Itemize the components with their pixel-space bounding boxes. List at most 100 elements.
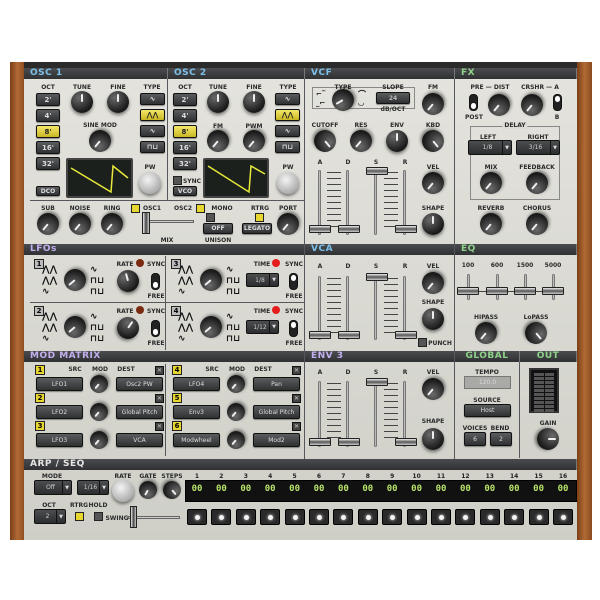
osc1-dco-button[interactable]: DCO xyxy=(36,186,60,196)
step-value[interactable]: 00 xyxy=(308,484,330,494)
arp-mode-dropdown[interactable]: Off ▼ xyxy=(34,480,72,495)
osc2-type-triangle[interactable]: ∿ xyxy=(275,125,300,137)
osc1-oct-32[interactable]: 32' xyxy=(36,157,60,170)
step-button[interactable] xyxy=(211,509,232,525)
vcf-decay-fader[interactable] xyxy=(338,225,360,233)
env3-shape-knob[interactable] xyxy=(422,428,444,450)
step-button[interactable] xyxy=(479,509,500,525)
osc1-type-sine[interactable]: ∿ xyxy=(140,93,165,105)
step-value[interactable]: 00 xyxy=(357,484,379,494)
step-button[interactable] xyxy=(187,509,207,525)
env-knob[interactable] xyxy=(386,130,408,152)
vcf-sustain-fader[interactable] xyxy=(366,167,388,175)
env3-release-fader[interactable] xyxy=(395,438,417,446)
step-button[interactable] xyxy=(309,509,329,525)
osc1-type-square[interactable]: ⊓⊔ xyxy=(140,141,165,153)
osc1-fine-knob[interactable] xyxy=(107,91,129,113)
vca-release-fader[interactable] xyxy=(395,331,417,339)
arp-rate-knob[interactable] xyxy=(112,480,134,502)
step-value[interactable]: 00 xyxy=(284,484,306,494)
osc2-sync-checkbox[interactable] xyxy=(173,176,182,185)
lfo4-time-dropdown[interactable]: 1/12 ▼ xyxy=(246,320,279,334)
pre-post-switch[interactable] xyxy=(469,94,478,111)
osc1-tune-knob[interactable] xyxy=(71,91,93,113)
vcf-shape-knob[interactable] xyxy=(422,213,444,235)
punch-checkbox[interactable] xyxy=(418,338,427,347)
slope-display[interactable]: 24 xyxy=(376,92,410,104)
mod-clear-icon[interactable]: ✕ xyxy=(292,422,301,431)
osc1-mix-checkbox[interactable] xyxy=(131,204,140,213)
mix-slider-handle[interactable] xyxy=(142,212,150,234)
osc2-type-saw[interactable]: ⋀⋀ xyxy=(275,109,300,121)
step-button[interactable] xyxy=(382,509,403,525)
gain-knob[interactable] xyxy=(537,428,559,450)
lfo3-time-dropdown[interactable]: 1/8 ▼ xyxy=(246,273,279,287)
osc1-oct-4[interactable]: 4' xyxy=(36,109,60,122)
arp-rtrg-checkbox[interactable] xyxy=(75,512,84,521)
osc1-oct-16[interactable]: 16' xyxy=(36,141,60,154)
mod-source-button[interactable]: LFO1 xyxy=(36,377,83,391)
mod-source-button[interactable]: LFO3 xyxy=(36,433,83,447)
mono-checkbox[interactable] xyxy=(206,213,215,222)
lfo2-sync-switch[interactable] xyxy=(151,320,160,337)
step-value[interactable]: 00 xyxy=(186,484,208,494)
bend-button[interactable]: 2 xyxy=(490,432,512,446)
rtrg-checkbox[interactable] xyxy=(255,213,264,222)
osc1-type-saw[interactable]: ⋀⋀ xyxy=(140,109,165,121)
mod-source-button[interactable]: Env3 xyxy=(173,405,220,419)
step-button[interactable] xyxy=(260,509,281,525)
osc2-oct-16[interactable]: 16' xyxy=(173,141,197,154)
vca-shape-knob[interactable] xyxy=(422,308,444,330)
eq-5000-fader[interactable] xyxy=(542,287,564,295)
osc2-type-sine[interactable]: ∿ xyxy=(275,93,300,105)
step-value[interactable]: 00 xyxy=(454,484,476,494)
tempo-display[interactable]: 120.0 xyxy=(464,376,511,389)
osc2-mix-checkbox[interactable] xyxy=(196,204,205,213)
mod-dest-button[interactable]: Global Pitch xyxy=(116,405,163,419)
voices-button[interactable]: 6 xyxy=(464,432,486,446)
step-button[interactable] xyxy=(406,509,427,525)
osc2-type-square[interactable]: ⊓⊔ xyxy=(275,141,300,153)
step-value[interactable]: 00 xyxy=(503,484,525,494)
unison-button[interactable]: OFF xyxy=(203,223,233,234)
step-button[interactable] xyxy=(333,509,354,525)
osc2-vco-button[interactable]: VCO xyxy=(173,186,197,196)
vca-decay-fader[interactable] xyxy=(338,331,360,339)
arp-rate-dropdown[interactable]: 1/16 ▼ xyxy=(77,480,109,495)
step-value[interactable]: 00 xyxy=(381,484,403,494)
crshr-ab-switch[interactable] xyxy=(553,94,562,111)
step-button[interactable] xyxy=(553,509,573,525)
step-button[interactable] xyxy=(528,509,549,525)
vcf-release-fader[interactable] xyxy=(395,225,417,233)
osc1-oct-2[interactable]: 2' xyxy=(36,93,60,106)
step-value[interactable]: 00 xyxy=(235,484,257,494)
arp-hold-checkbox[interactable] xyxy=(94,512,103,521)
delay-left-dropdown[interactable]: 1/8 ▼ xyxy=(468,140,512,155)
step-value[interactable]: 00 xyxy=(528,484,550,494)
step-value[interactable]: 00 xyxy=(430,484,452,494)
osc2-pw-knob[interactable] xyxy=(277,172,299,194)
lfo1-sync-switch[interactable] xyxy=(151,273,160,290)
step-value[interactable]: 00 xyxy=(406,484,428,494)
step-value[interactable]: 00 xyxy=(552,484,574,494)
mod-dest-button[interactable]: Global Pitch xyxy=(253,405,300,419)
mod-source-button[interactable]: LFO4 xyxy=(173,377,220,391)
arp-oct-dropdown[interactable]: 2 ▼ xyxy=(34,509,66,524)
osc2-fine-knob[interactable] xyxy=(243,91,265,113)
swing-slider-handle[interactable] xyxy=(130,506,137,528)
osc2-oct-8[interactable]: 8' xyxy=(173,125,197,138)
mod-clear-icon[interactable]: ✕ xyxy=(292,366,301,375)
osc1-oct-8[interactable]: 8' xyxy=(36,125,60,138)
step-button[interactable] xyxy=(357,509,378,525)
step-value[interactable]: 00 xyxy=(479,484,501,494)
env3-sustain-fader[interactable] xyxy=(366,378,388,386)
osc1-pw-knob[interactable] xyxy=(139,172,161,194)
osc1-type-triangle[interactable]: ∿ xyxy=(140,125,165,137)
lfo4-sync-switch[interactable] xyxy=(289,320,298,337)
mod-clear-icon[interactable]: ✕ xyxy=(155,422,164,431)
step-value[interactable]: 00 xyxy=(210,484,232,494)
eq-600-fader[interactable] xyxy=(486,287,508,295)
mod-source-button[interactable]: LFO2 xyxy=(36,405,83,419)
delay-right-dropdown[interactable]: 3/16 ▼ xyxy=(516,140,560,155)
vca-attack-fader[interactable] xyxy=(309,331,331,339)
